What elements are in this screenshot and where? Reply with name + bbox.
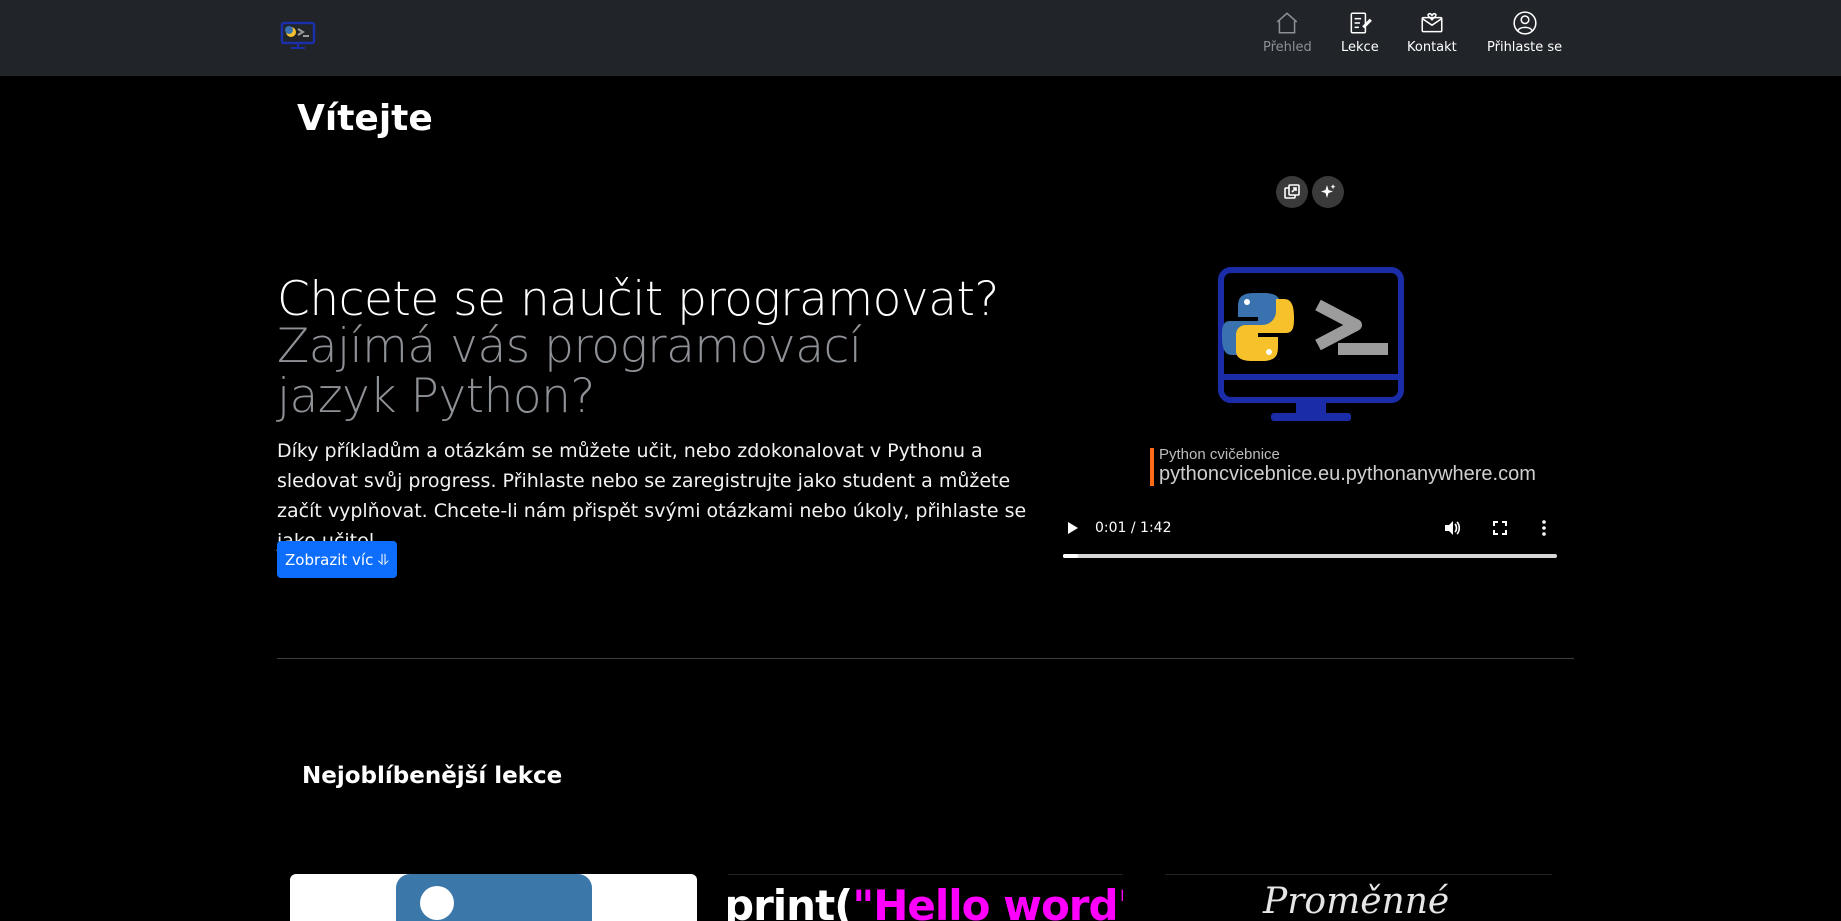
section-divider	[277, 658, 1574, 659]
more-options-icon[interactable]	[1535, 519, 1553, 537]
lesson-card[interactable]	[290, 874, 697, 921]
house-icon	[1277, 12, 1298, 34]
nav-item-kontakt[interactable]: Kontakt	[1407, 10, 1457, 55]
show-more-button[interactable]: Zobrazit víc ⥥	[277, 541, 397, 578]
hero-body-text: Díky příkladům a otázkám se můžete učit,…	[277, 440, 1027, 552]
video-player[interactable]: Python cvičebnice pythoncvicebnice.eu.py…	[1063, 230, 1557, 560]
video-caption-title: Python cvičebnice	[1159, 446, 1280, 463]
person-circle-icon	[1512, 11, 1537, 35]
lesson-card[interactable]: Proměnné	[1165, 874, 1552, 921]
copy-windows-icon	[1284, 184, 1300, 199]
envelope-heart-icon	[1421, 13, 1443, 33]
logo-icon[interactable]	[280, 21, 316, 51]
python-monitor-logo	[1218, 267, 1404, 421]
sparkle-icon	[1321, 184, 1336, 198]
picture-in-picture-button[interactable]	[1276, 176, 1308, 208]
hello-world-code-image: print("Hello word")	[728, 881, 1123, 921]
video-time: 0:01 / 1:42	[1095, 520, 1172, 536]
nav-item-label: Kontakt	[1407, 40, 1457, 55]
nav-item-prihlaste-se[interactable]: Přihlaste se	[1487, 10, 1562, 55]
sparkle-button[interactable]	[1312, 176, 1344, 208]
page-title: Vítejte	[297, 98, 433, 139]
nav-item-label: Přehled	[1263, 40, 1312, 55]
hero-subheadline: Zajímá vás programovací jazyk Python?	[277, 319, 862, 424]
fullscreen-icon[interactable]	[1491, 519, 1509, 537]
journal-edit-icon	[1350, 12, 1372, 34]
python-logo-eye	[420, 886, 454, 920]
video-progress-bar[interactable]	[1063, 554, 1557, 558]
top-navbar: Přehled Lekce Kontakt Přihlaste se	[0, 0, 1841, 76]
nav-item-prehled[interactable]: Přehled	[1263, 10, 1312, 55]
nav-item-lekce[interactable]: Lekce	[1341, 10, 1379, 55]
popular-lessons-title: Nejoblíbenější lekce	[302, 763, 563, 789]
video-progress-fill	[1063, 554, 1078, 558]
volume-icon[interactable]	[1443, 519, 1461, 537]
nav-item-label: Lekce	[1341, 40, 1379, 55]
lesson-card[interactable]: print("Hello word")	[728, 874, 1123, 921]
lesson-card-title: Proměnné	[1263, 881, 1450, 921]
caption-accent-bar	[1150, 448, 1154, 486]
nav-item-label: Přihlaste se	[1487, 40, 1563, 55]
video-caption-url: pythoncvicebnice.eu.pythonanywhere.com	[1159, 463, 1536, 485]
video-controls: 0:01 / 1:42	[1063, 508, 1557, 548]
play-icon[interactable]	[1063, 519, 1081, 537]
